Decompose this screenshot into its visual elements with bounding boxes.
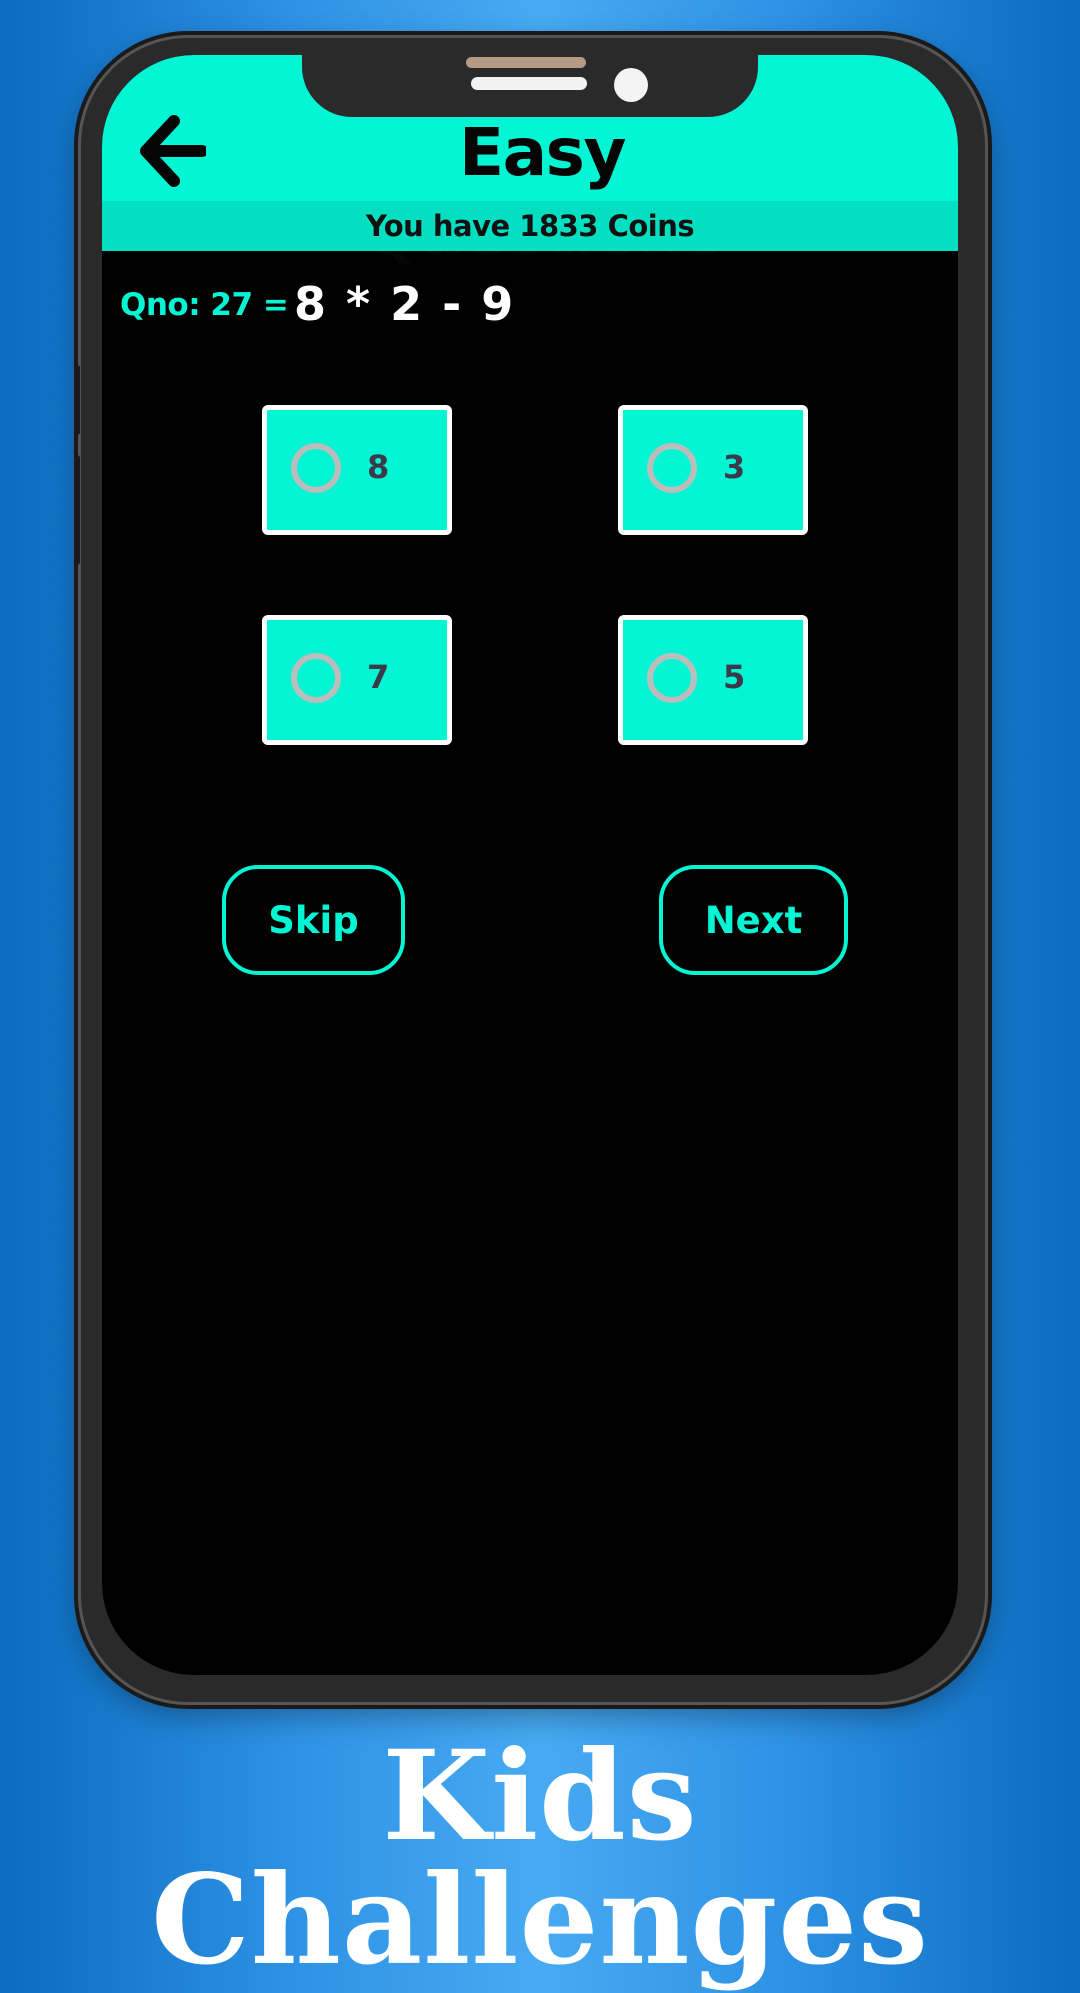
coins-bar: You have 1833 Coins xyxy=(102,201,958,251)
radio-circle-icon[interactable] xyxy=(291,443,341,493)
question-expression: 8 * 2 - 9 xyxy=(294,277,514,331)
answer-option-label: 7 xyxy=(367,658,390,696)
next-button[interactable]: Next xyxy=(659,865,848,975)
camera-icon xyxy=(614,68,648,102)
phone-side-button xyxy=(74,455,80,565)
earpiece-icon xyxy=(466,57,586,68)
app-screen: Easy Questions You have 1833 Coins Qno: … xyxy=(102,55,958,1675)
answer-option-label: 3 xyxy=(723,448,746,486)
answer-option-4[interactable]: 5 xyxy=(618,615,808,745)
radio-circle-icon[interactable] xyxy=(291,653,341,703)
question-number: Qno: 27 = xyxy=(120,287,289,323)
answer-option-3[interactable]: 7 xyxy=(262,615,452,745)
skip-button[interactable]: Skip xyxy=(222,865,405,975)
skip-button-label: Skip xyxy=(268,898,359,942)
coins-balance: You have 1833 Coins xyxy=(365,209,695,243)
phone-side-button xyxy=(74,365,80,435)
answer-option-label: 8 xyxy=(367,448,390,486)
answer-option-2[interactable]: 3 xyxy=(618,405,808,535)
arrow-left-icon xyxy=(140,115,208,187)
brand-title: Kids Challenges xyxy=(151,1724,929,1993)
answer-option-1[interactable]: 8 xyxy=(262,405,452,535)
radio-circle-icon[interactable] xyxy=(647,653,697,703)
back-button[interactable] xyxy=(140,115,208,187)
speaker-icon xyxy=(471,77,587,90)
answer-option-label: 5 xyxy=(723,658,746,696)
next-button-label: Next xyxy=(704,898,803,942)
radio-circle-icon[interactable] xyxy=(647,443,697,493)
